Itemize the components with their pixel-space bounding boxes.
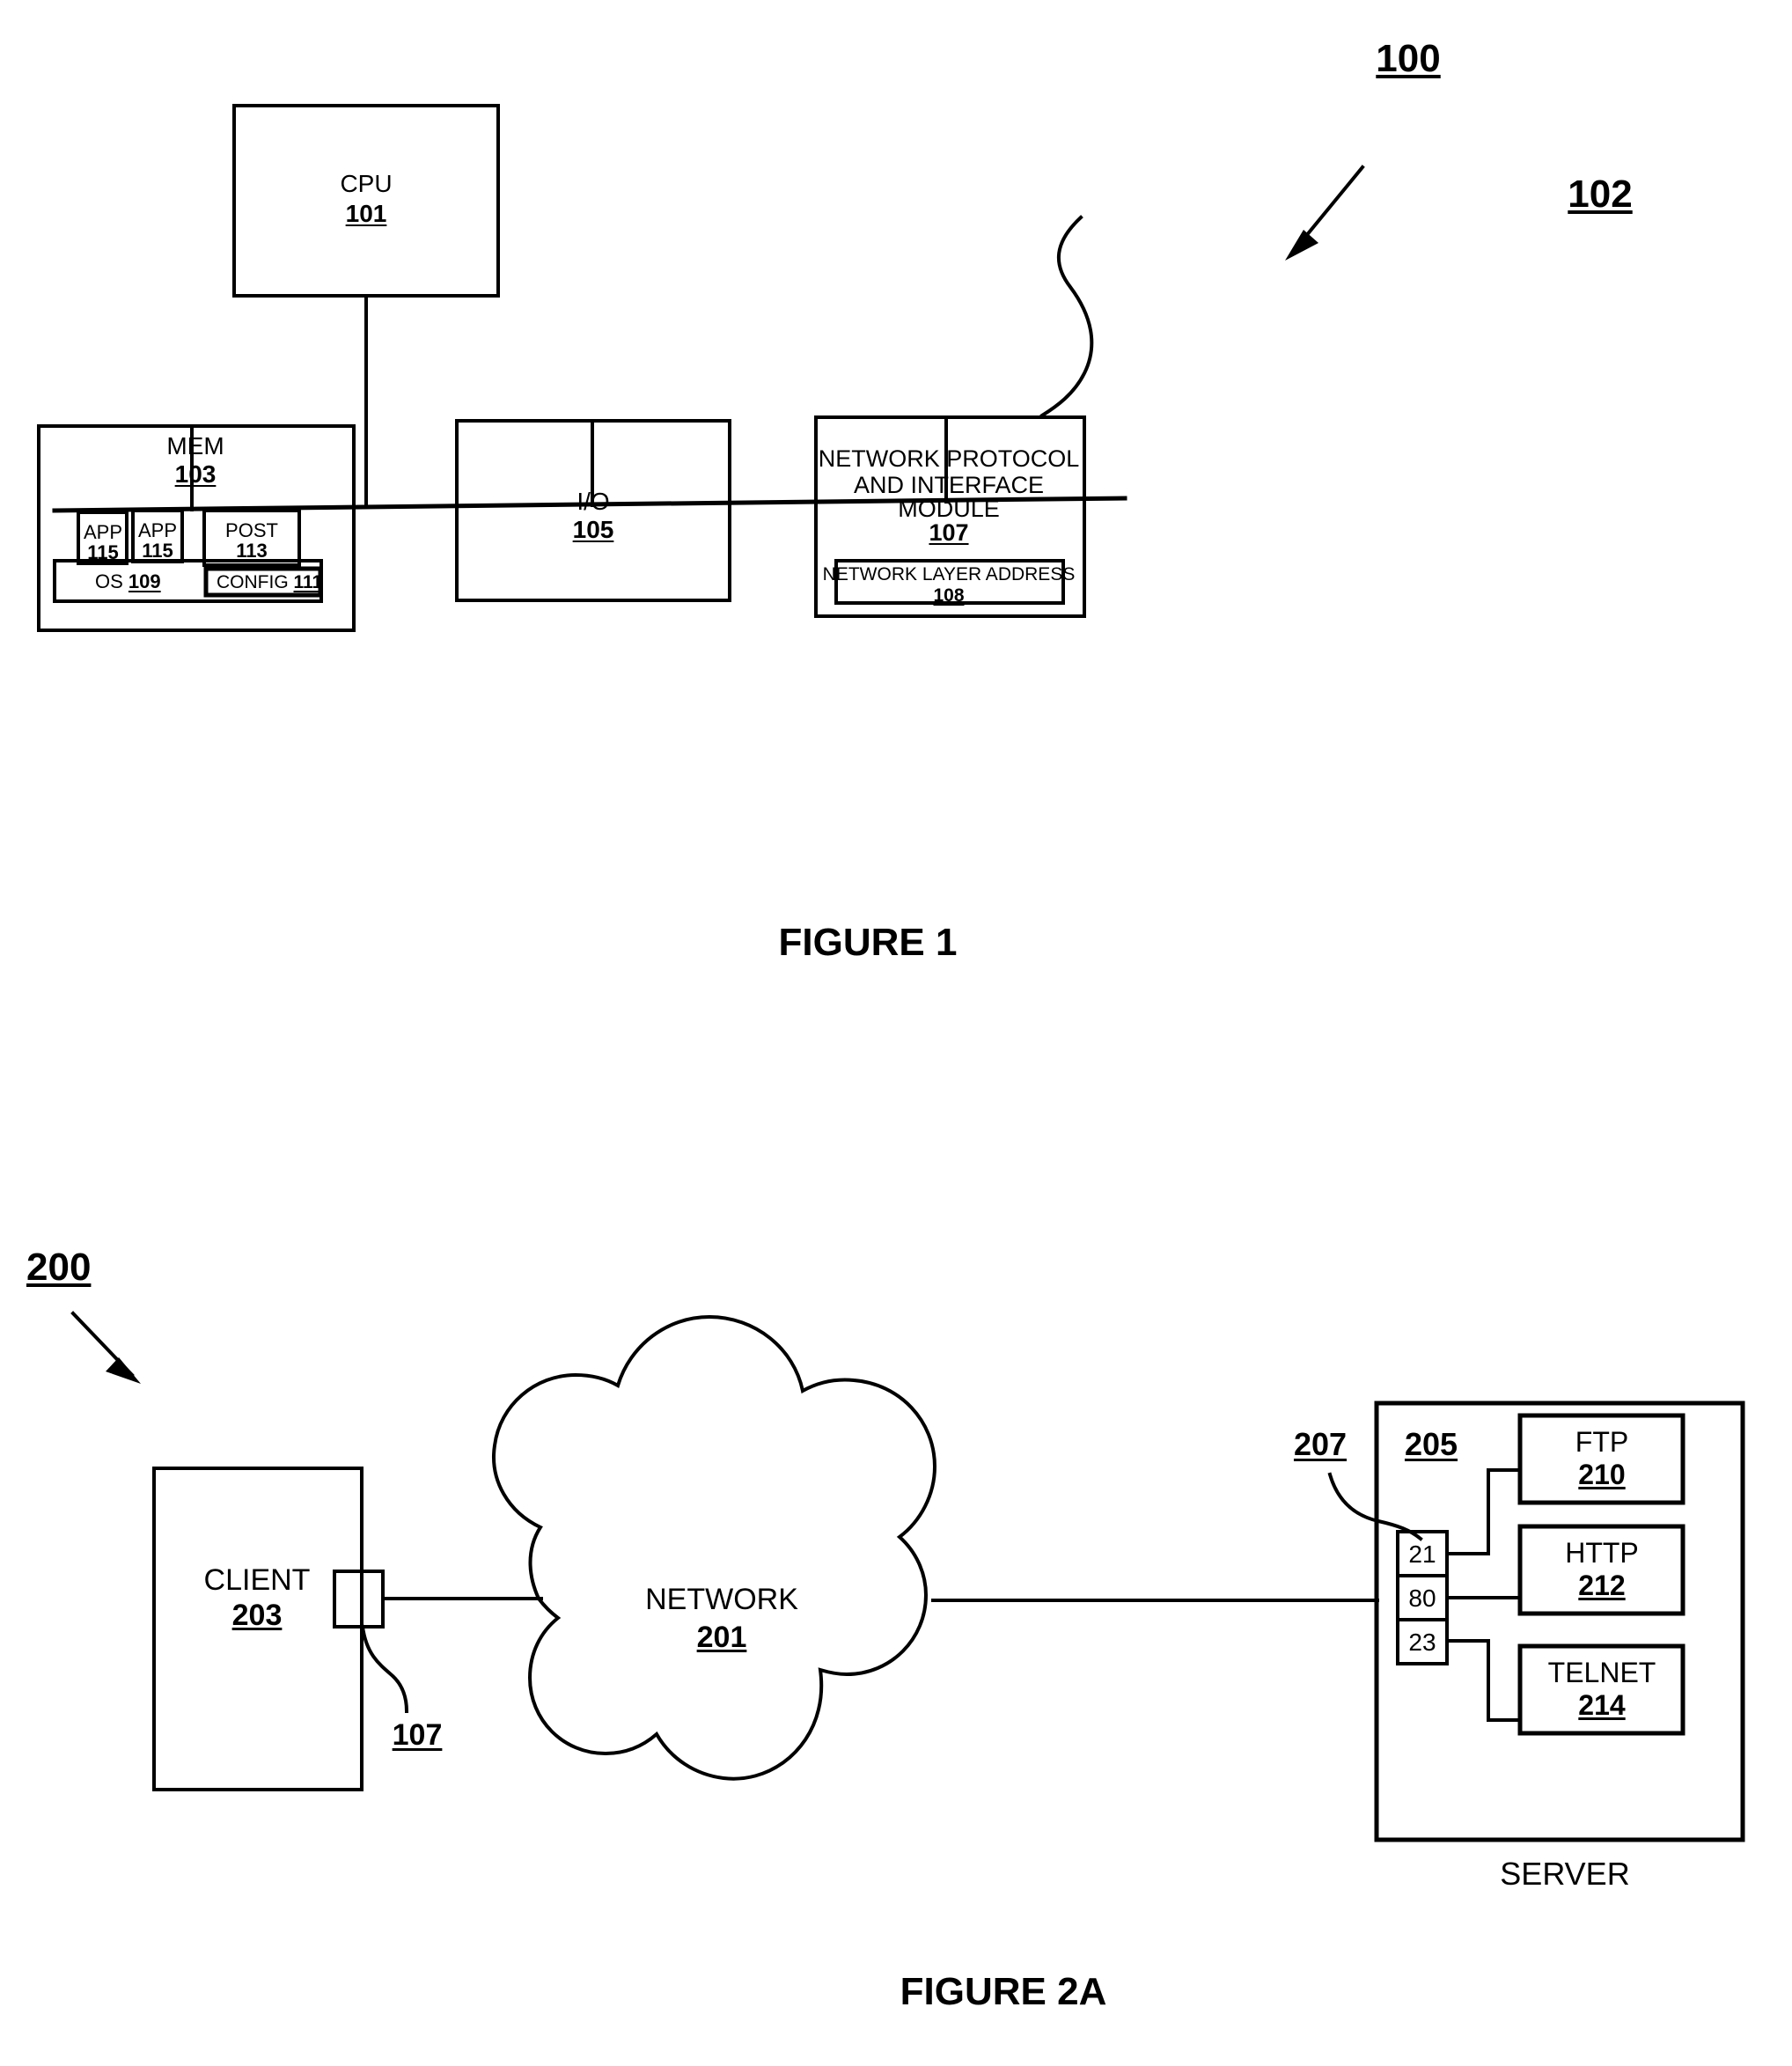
client-label: CLIENT: [203, 1563, 311, 1597]
client-reference: 203: [231, 1599, 283, 1632]
patent-figure-sheet: 100 102 CPU 101 MEM 103 APP 115 APP 115 …: [0, 0, 1792, 2066]
netmod-reference: 107: [929, 519, 969, 546]
post-reference: 113: [236, 540, 268, 562]
telnet-reference: 214: [1578, 1689, 1626, 1721]
port-label-23: 23: [1408, 1629, 1436, 1656]
server-label: SERVER: [1500, 1856, 1630, 1892]
port-label-80: 80: [1408, 1584, 1436, 1612]
netmod-label-line1: NETWORK PROTOCOL: [818, 445, 1080, 472]
client-interface-ref-leader: [360, 1624, 409, 1714]
network-layer-address-label: NETWORK LAYER ADDRESS: [822, 564, 1076, 585]
port23-telnet-link: [1445, 1639, 1522, 1722]
http-label: HTTP: [1565, 1537, 1639, 1569]
config-label-text: CONFIG: [217, 572, 289, 592]
ftp-reference: 210: [1578, 1459, 1626, 1490]
system-200-arrow: [70, 1311, 141, 1384]
mem-reference: 103: [174, 460, 217, 488]
network-cloud-outline: [492, 1314, 937, 1781]
bus-ref-leader: [1039, 215, 1094, 418]
mem-label: MEM: [166, 432, 224, 460]
system-100-arrow: [1285, 165, 1365, 261]
figure-1-caption: FIGURE 1: [778, 921, 958, 964]
system-200-reference: 200: [26, 1246, 92, 1289]
port21-ftp-link: [1445, 1468, 1522, 1555]
system-100-reference: 100: [1376, 37, 1441, 80]
client-interface-box-outline: [333, 1570, 385, 1629]
server-205-reference: 205: [1404, 1426, 1458, 1462]
client-interface-107-reference: 107: [392, 1718, 443, 1752]
app-1-reference: 115: [87, 541, 119, 563]
network-layer-address-reference: 108: [933, 585, 965, 606]
ftp-label: FTP: [1575, 1426, 1629, 1458]
port-label-21: 21: [1408, 1540, 1436, 1568]
diagram-line-layer: [37, 104, 1745, 1842]
io-reference: 105: [572, 516, 614, 543]
network-label: NETWORK: [645, 1583, 798, 1616]
figure-2a-caption: FIGURE 2A: [900, 1970, 1107, 2013]
config-label: CONFIG 111: [217, 572, 322, 594]
app-2-reference: 115: [142, 540, 173, 562]
config-reference: 111: [293, 572, 323, 592]
os-label: OS 109: [95, 570, 161, 593]
ports-207-reference: 207: [1293, 1426, 1348, 1462]
http-reference: 212: [1578, 1570, 1626, 1601]
os-label-text: OS: [95, 570, 123, 592]
cpu-label: CPU: [340, 170, 393, 197]
telnet-label: TELNET: [1547, 1657, 1656, 1688]
io-label: I/O: [577, 488, 610, 515]
network-reference: 201: [696, 1621, 747, 1654]
os-reference: 109: [128, 570, 161, 592]
cpu-reference: 101: [345, 200, 387, 227]
bus-102-reference: 102: [1568, 173, 1633, 216]
